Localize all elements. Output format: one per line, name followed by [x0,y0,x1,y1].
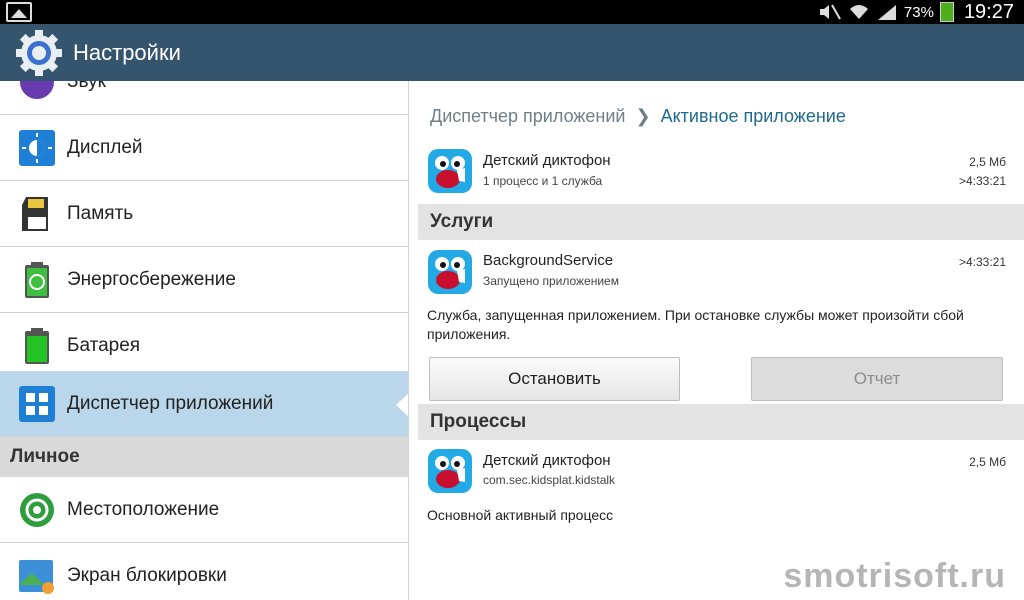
app-size: 2,5 Мб [969,155,1006,169]
sound-icon [20,81,54,99]
sidebar-item-battery[interactable]: Батарея [0,313,408,379]
status-bar: 73% 19:27 [0,0,1024,24]
location-icon [20,493,54,527]
service-name: BackgroundService [483,252,614,269]
settings-sidebar: Звук Дисплей Память Энергосбережение Бат… [0,81,409,600]
mute-icon [819,4,841,20]
service-app-icon [428,250,472,294]
sidebar-item-sound[interactable]: Звук [0,81,408,115]
kids-recorder-app-icon [428,149,472,193]
section-header-services: Услуги [418,204,1024,240]
action-bar: Настройки [0,24,1024,81]
app-manager-icon [19,386,55,422]
signal-icon [877,5,896,20]
settings-gear-icon[interactable] [16,30,62,76]
app-time: >4:33:21 [958,174,1006,188]
sidebar-item-label: Энергосбережение [67,269,236,290]
section-header-processes: Процессы [418,404,1024,440]
app-detail-panel: Диспетчер приложений ❯ Активное приложен… [410,81,1024,600]
battery-status-icon [939,2,954,22]
app-summary: 1 процесс и 1 служба [483,174,603,188]
process-description: Основной активный процесс [427,507,614,523]
battery-icon [25,328,49,364]
selection-pointer [396,392,408,418]
sidebar-item-label: Дисплей [67,137,143,158]
process-package: com.sec.kidsplat.kidstalk [483,473,616,487]
battery-percent: 73% [903,3,934,21]
service-sub: Запущено приложением [483,274,619,288]
section-header-personal: Личное [0,437,408,477]
sidebar-item-display[interactable]: Дисплей [0,115,408,181]
wifi-icon [849,5,868,19]
sidebar-item-power-saving[interactable]: Энергосбережение [0,247,408,313]
sidebar-item-label: Экран блокировки [67,565,227,586]
breadcrumb-current: Активное приложение [660,106,846,126]
process-name: Детский диктофон [483,452,611,469]
page-title: Настройки [73,40,181,65]
lock-screen-icon [19,560,54,594]
stop-button[interactable]: Остановить [429,357,680,401]
power-saving-icon [25,262,49,298]
process-app-icon [428,449,472,493]
sidebar-item-label: Память [67,203,134,224]
process-size: 2,5 Мб [969,455,1006,469]
breadcrumb: Диспетчер приложений ❯ Активное приложен… [430,106,846,127]
sidebar-item-memory[interactable]: Память [0,181,408,247]
clock: 19:27 [963,0,1014,23]
sidebar-item-lock-screen[interactable]: Экран блокировки [0,543,408,600]
display-icon [19,130,55,166]
report-button[interactable]: Отчет [751,357,1003,401]
sidebar-item-location[interactable]: Местоположение [0,477,408,543]
sidebar-item-label: Диспетчер приложений [67,393,274,414]
service-description: Служба, запущенная приложением. При оста… [427,307,964,342]
app-name: Детский диктофон [483,152,611,169]
breadcrumb-parent[interactable]: Диспетчер приложений [430,106,625,127]
memory-icon [22,197,48,231]
watermark: smotrisoft.ru [783,557,1006,595]
sidebar-item-app-manager[interactable]: Диспетчер приложений [0,371,408,437]
sidebar-item-label: Звук [67,81,106,92]
sidebar-item-label: Местоположение [67,499,220,520]
chevron-right-icon: ❯ [635,106,651,126]
gallery-notification-icon [6,2,32,22]
sidebar-item-label: Батарея [67,335,141,356]
service-time: >4:33:21 [958,255,1006,269]
